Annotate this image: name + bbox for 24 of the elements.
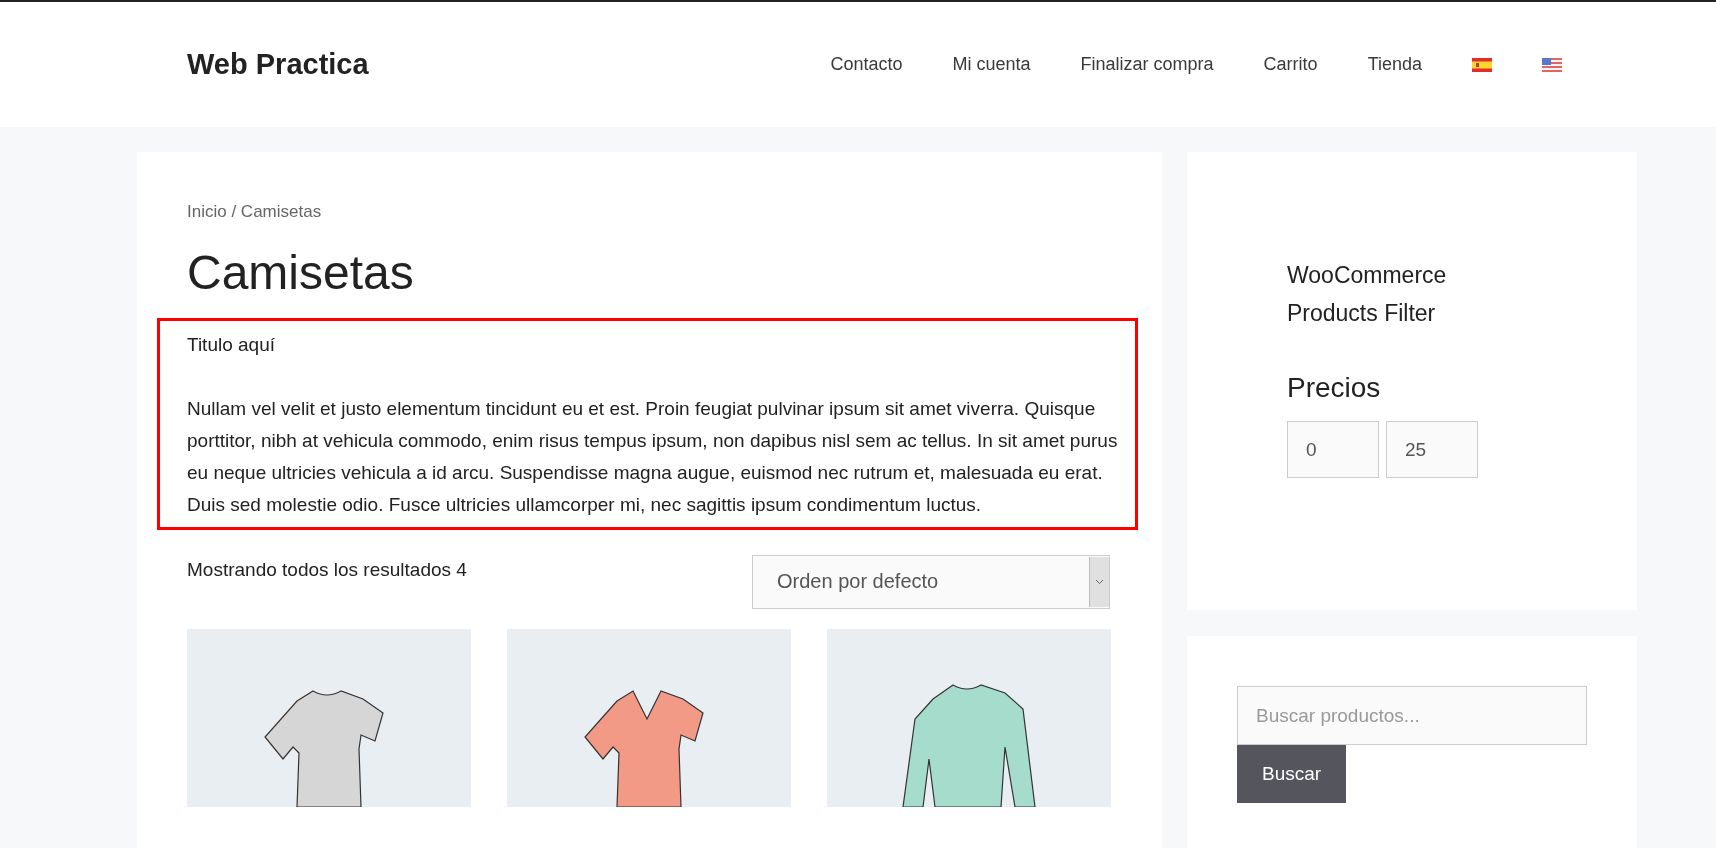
nav-link[interactable]: Finalizar compra bbox=[1080, 54, 1214, 75]
description-text: Nullam vel velit et justo elementum tincidunt eu et est. Proin feugiat pulvinar ipsum sit amet viverra. Quisque porttitor, nibh at vehicula commodo, enim risus tempus ipsum, non dapibus nisl sem ac tellus. In sit amet purus eu neque ultricies vehicula a id arcu. Suspendisse magna augue, euismod nec rutrum et, malesuada eu erat. Duis sed molestie odio. Fusce ultricies ullamcorper mi, nec sagittis ipsum condimentum luctus. bbox=[187, 396, 1119, 517]
result-count: Mostrando todos los resultados 4 bbox=[187, 558, 467, 582]
search-field[interactable]: Buscar productos... bbox=[1237, 686, 1587, 745]
spain-flag-icon[interactable] bbox=[1472, 57, 1492, 72]
nav-link[interactable]: Mi cuenta bbox=[952, 54, 1031, 75]
sort-select[interactable]: Orden por defecto bbox=[752, 554, 1110, 609]
chevron-down-icon bbox=[1095, 578, 1104, 585]
product-image[interactable] bbox=[827, 628, 1111, 807]
widget-title: WooCommerce Products Filter bbox=[1287, 261, 1448, 328]
max-price-field[interactable]: 25 bbox=[1386, 421, 1478, 478]
description-title: Titulo aquí bbox=[187, 332, 276, 357]
product-image[interactable] bbox=[507, 628, 791, 807]
breadcrumb: Inicio / Camisetas bbox=[187, 202, 323, 222]
nav-link[interactable]: Carrito bbox=[1263, 54, 1318, 75]
site-title[interactable]: Web Practica bbox=[187, 48, 369, 81]
usa-flag-icon[interactable] bbox=[1542, 57, 1562, 72]
search-button[interactable]: Buscar bbox=[1237, 745, 1347, 803]
price-heading: Precios bbox=[1287, 372, 1382, 404]
nav-link[interactable]: Tienda bbox=[1367, 54, 1422, 75]
min-price-field[interactable]: 0 bbox=[1287, 421, 1379, 478]
page-title: Camisetas bbox=[187, 245, 415, 301]
nav-link[interactable]: Contacto bbox=[830, 54, 903, 75]
product-image[interactable] bbox=[187, 628, 471, 807]
